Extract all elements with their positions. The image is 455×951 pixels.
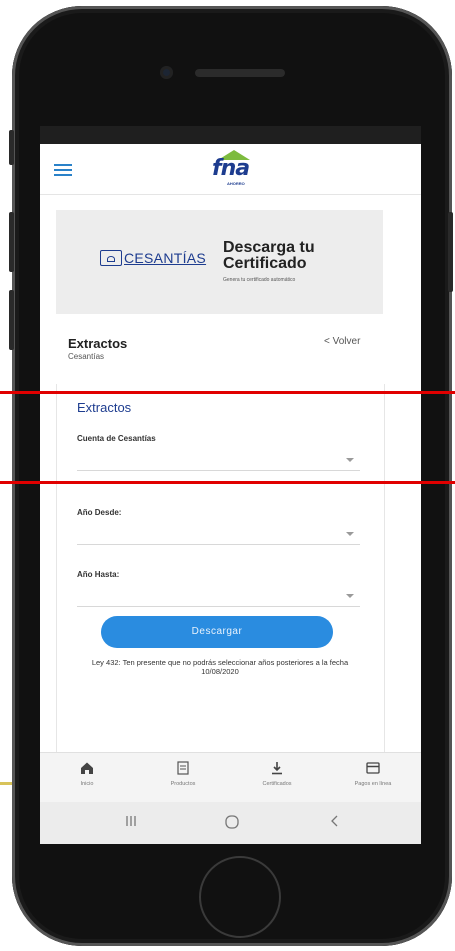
safe-icon bbox=[100, 250, 122, 266]
ley-note: Ley 432: Ten presente que no podrás sele… bbox=[91, 658, 349, 667]
banner-subtitle: Genera tu certificado automático bbox=[223, 277, 296, 283]
certificate-banner: CESANTÍAS Descarga tu Certificado Genera… bbox=[56, 210, 383, 314]
logo-subtext: AHORRO bbox=[227, 181, 245, 186]
chevron-down-icon bbox=[346, 594, 354, 598]
home-nav-icon[interactable] bbox=[224, 814, 240, 833]
fna-logo[interactable]: fna AHORRO bbox=[210, 150, 258, 188]
system-nav-bar bbox=[40, 802, 421, 844]
chevron-down-icon bbox=[346, 532, 354, 536]
bottom-tab-bar: Inicio Productos Certificados Pagos en l… bbox=[40, 752, 421, 803]
cuenta-label: Cuenta de Cesantías bbox=[77, 434, 156, 443]
form-title: Extractos bbox=[77, 400, 132, 415]
tab-label: Certificados bbox=[262, 781, 292, 787]
ano-hasta-label: Año Hasta: bbox=[77, 570, 120, 579]
extractos-form: Extractos Cuenta de Cesantías Año Desde:… bbox=[56, 384, 385, 764]
front-camera bbox=[160, 66, 173, 79]
chevron-down-icon bbox=[346, 458, 354, 462]
ano-desde-select[interactable] bbox=[77, 526, 360, 545]
annotation-line-top bbox=[0, 391, 455, 394]
document-icon bbox=[138, 761, 228, 777]
tab-label: Pagos en línea bbox=[354, 781, 392, 787]
tab-inicio[interactable]: Inicio bbox=[42, 761, 132, 787]
earpiece-speaker bbox=[195, 69, 285, 77]
banner-title: Descarga tu Certificado bbox=[223, 239, 315, 272]
ano-hasta-select[interactable] bbox=[77, 588, 360, 607]
logo-text: fna bbox=[212, 156, 250, 181]
download-icon bbox=[232, 761, 322, 777]
mute-switch bbox=[9, 130, 14, 165]
menu-icon[interactable] bbox=[54, 164, 72, 176]
tab-productos[interactable]: Productos bbox=[138, 761, 228, 787]
decorative-mark bbox=[0, 782, 12, 785]
cuenta-select[interactable] bbox=[77, 452, 360, 471]
cesantias-logo: CESANTÍAS bbox=[100, 248, 206, 270]
back-link[interactable]: < Volver bbox=[324, 336, 360, 347]
page-subtitle: Cesantías bbox=[68, 352, 105, 361]
tab-pagos[interactable]: Pagos en línea bbox=[328, 761, 418, 787]
ano-desde-label: Año Desde: bbox=[77, 508, 122, 517]
home-button[interactable] bbox=[199, 856, 281, 938]
status-bar bbox=[40, 126, 421, 144]
ley-note-date: 10/08/2020 bbox=[201, 667, 239, 676]
power-button bbox=[448, 212, 453, 292]
volume-down-button bbox=[9, 290, 14, 350]
tab-certificados[interactable]: Certificados bbox=[232, 761, 322, 787]
app-screen: fna AHORRO CESANTÍAS Descarga tu Certifi… bbox=[40, 144, 421, 844]
descargar-button[interactable]: Descargar bbox=[101, 616, 333, 648]
card-icon bbox=[328, 761, 418, 777]
page-title: Extractos bbox=[68, 336, 128, 351]
home-icon bbox=[42, 761, 132, 777]
volume-up-button bbox=[9, 212, 14, 272]
app-header: fna AHORRO bbox=[40, 144, 421, 195]
recent-apps-icon[interactable] bbox=[124, 814, 138, 831]
annotation-line-bottom bbox=[0, 481, 455, 484]
cesantias-logo-text: CESANTÍAS bbox=[124, 250, 207, 266]
tab-label: Productos bbox=[170, 781, 196, 787]
tab-label: Inicio bbox=[80, 781, 94, 787]
back-nav-icon[interactable] bbox=[328, 814, 342, 831]
